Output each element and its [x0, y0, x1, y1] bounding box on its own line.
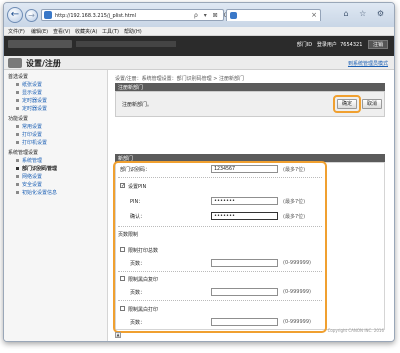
admin-mode-link[interactable]: 到系统管理员模式 — [348, 60, 388, 67]
page-title-bar: 设置/注册 到系统管理员模式 — [4, 56, 394, 70]
forward-arrow-icon[interactable]: → — [25, 9, 38, 22]
page-limits-heading: 页数限制 — [118, 232, 139, 238]
bullet-icon — [16, 133, 19, 136]
bullet-icon — [16, 141, 19, 144]
address-url[interactable]: http://192.168.3.215/j_plist.html — [55, 13, 136, 19]
tab-favicon-icon — [230, 12, 237, 19]
set-pin-checkbox[interactable]: ✓ — [120, 183, 125, 189]
web-page: 部门ID 登录用户 7654321 注销 设置/注册 到系统管理员模式 首选设置… — [4, 36, 394, 341]
header-user-info: 部门ID 登录用户 7654321 注销 — [297, 40, 388, 49]
limit-bw-copy-checkbox[interactable] — [120, 276, 125, 281]
menu-edit[interactable]: 编辑(E) — [31, 28, 48, 35]
sidebar-item-security[interactable]: 安全设置 — [16, 181, 42, 188]
limit-bw-print-hint: (0-999999) — [283, 319, 311, 325]
bullet-icon — [16, 191, 19, 194]
dept-id-hint: (最多7位) — [283, 167, 306, 173]
dept-id-input[interactable]: 1234567 — [211, 165, 278, 173]
confirm-pin-input[interactable]: ••••••• — [211, 212, 278, 220]
app-header: 部门ID 登录用户 7654321 注销 — [4, 36, 394, 56]
ok-button[interactable]: 确定 — [337, 99, 357, 109]
limit-bw-copy-input[interactable] — [211, 288, 278, 296]
pin-input[interactable]: ••••••• — [211, 197, 278, 205]
main-content: 设置/注册：系统管理设置：部门识别码管理 > 注册新部门 注册新部门 注册新部门… — [112, 70, 390, 341]
logout-button[interactable]: 注销 — [367, 40, 388, 49]
menu-help[interactable]: 帮助(H) — [124, 28, 142, 35]
sidebar-item-display[interactable]: 显示设置 — [16, 89, 42, 96]
menu-tools[interactable]: 工具(T) — [102, 28, 119, 35]
sidebar-item-printer[interactable]: 打印机设置 — [16, 139, 47, 146]
back-to-top-icon[interactable]: ▲ — [115, 332, 121, 338]
tab-close-icon[interactable]: × — [311, 11, 317, 19]
bullet-icon — [16, 83, 19, 86]
bullet-icon — [16, 125, 19, 128]
page-icon — [44, 11, 52, 19]
set-pin-label: 设置PIN — [128, 184, 147, 190]
register-panel: 注册新部门。 确定 取消 — [115, 91, 385, 117]
device-info — [76, 41, 176, 47]
sidebar-item-network[interactable]: 网络设置 — [16, 173, 42, 180]
browser-menubar: 文件(F) 编辑(E) 查看(V) 收藏夹(A) 工具(T) 帮助(H) — [4, 27, 394, 36]
bullet-icon — [16, 91, 19, 94]
limit-bw-copy-pages-label: 页数： — [130, 290, 146, 296]
divider — [118, 300, 322, 301]
pin-hint: (最多7位) — [283, 199, 306, 205]
limit-bw-print-checkbox[interactable] — [120, 306, 125, 311]
bullet-icon — [16, 167, 19, 170]
sidebar: 首选设置 纸张设置 显示设置 定时器设置 定时器设置 功能设置 常用设置 打印设… — [4, 70, 108, 341]
browser-tools-icons[interactable]: ⌂ ☆ ⚙ — [343, 9, 388, 18]
bullet-icon — [16, 99, 19, 102]
divider — [118, 271, 322, 272]
cancel-button[interactable]: 取消 — [362, 99, 382, 109]
bullet-icon — [16, 175, 19, 178]
login-user-label: 登录用户 — [316, 42, 337, 48]
menu-file[interactable]: 文件(F) — [8, 28, 25, 35]
bullet-icon — [16, 159, 19, 162]
menu-favorites[interactable]: 收藏夹(A) — [75, 28, 97, 35]
confirm-field-label: 确认： — [130, 214, 146, 220]
limit-total-print-input[interactable] — [211, 259, 278, 267]
divider — [118, 226, 322, 227]
bullet-icon — [16, 107, 19, 110]
limit-bw-print-pages-label: 页数： — [130, 320, 146, 326]
pin-field-label: PIN： — [130, 199, 144, 205]
breadcrumb: 设置/注册：系统管理设置：部门识别码管理 > 注册新部门 — [115, 76, 245, 82]
sidebar-item-timer-2[interactable]: 定时器设置 — [16, 105, 47, 112]
sidebar-item-init[interactable]: 初始化设置信息 — [16, 189, 57, 196]
browser-tab[interactable]: × — [226, 9, 321, 21]
limit-bw-print-input[interactable] — [211, 318, 278, 326]
limit-bw-print-label: 限制黑白打印 — [128, 307, 159, 313]
menu-view[interactable]: 查看(V) — [53, 28, 70, 35]
register-panel-title: 注册新部门 — [115, 83, 385, 91]
divider — [118, 177, 322, 178]
product-logo — [8, 40, 72, 48]
sidebar-item-system-mgmt[interactable]: 系统管理 — [16, 157, 42, 164]
dept-id-field-label: 部门识别码： — [120, 167, 151, 173]
register-panel-text: 注册新部门。 — [122, 102, 153, 108]
limit-total-print-label: 限制打印总数 — [128, 248, 159, 254]
browser-window: ← → http://192.168.3.215/j_plist.html ρ … — [3, 2, 395, 342]
limit-total-print-hint: (0-999999) — [283, 260, 311, 266]
dept-id-label: 部门ID — [296, 42, 313, 48]
settings-icon — [8, 58, 22, 68]
limit-bw-copy-hint: (0-999999) — [283, 289, 311, 295]
browser-titlebar: ← → http://192.168.3.215/j_plist.html ρ … — [4, 3, 394, 27]
confirm-pin-hint: (最多7位) — [283, 214, 306, 220]
sidebar-item-paper[interactable]: 纸张设置 — [16, 81, 42, 88]
sidebar-section-preferences: 首选设置 — [8, 74, 29, 80]
sidebar-item-print[interactable]: 打印设置 — [16, 131, 42, 138]
login-user-value: 7654321 — [340, 42, 363, 48]
address-bar[interactable]: http://192.168.3.215/j_plist.html ρ ▾ ⊠ … — [41, 9, 239, 21]
back-arrow-icon[interactable]: ← — [7, 7, 23, 23]
page-title: 设置/注册 — [26, 59, 61, 68]
copyright: Copyright CANON INC. 2016 — [327, 328, 384, 333]
sidebar-item-common[interactable]: 常用设置 — [16, 123, 42, 130]
limit-total-print-checkbox[interactable] — [120, 247, 125, 252]
sidebar-item-dept-id-mgmt[interactable]: 部门识别码管理 — [16, 165, 57, 172]
sidebar-section-functions: 功能设置 — [8, 116, 29, 122]
limit-total-print-pages-label: 页数： — [130, 261, 146, 267]
sidebar-item-timer[interactable]: 定时器设置 — [16, 97, 47, 104]
bullet-icon — [16, 183, 19, 186]
limit-bw-copy-label: 限制黑白复印 — [128, 277, 159, 283]
sidebar-section-system: 系统管理设置 — [8, 150, 39, 156]
